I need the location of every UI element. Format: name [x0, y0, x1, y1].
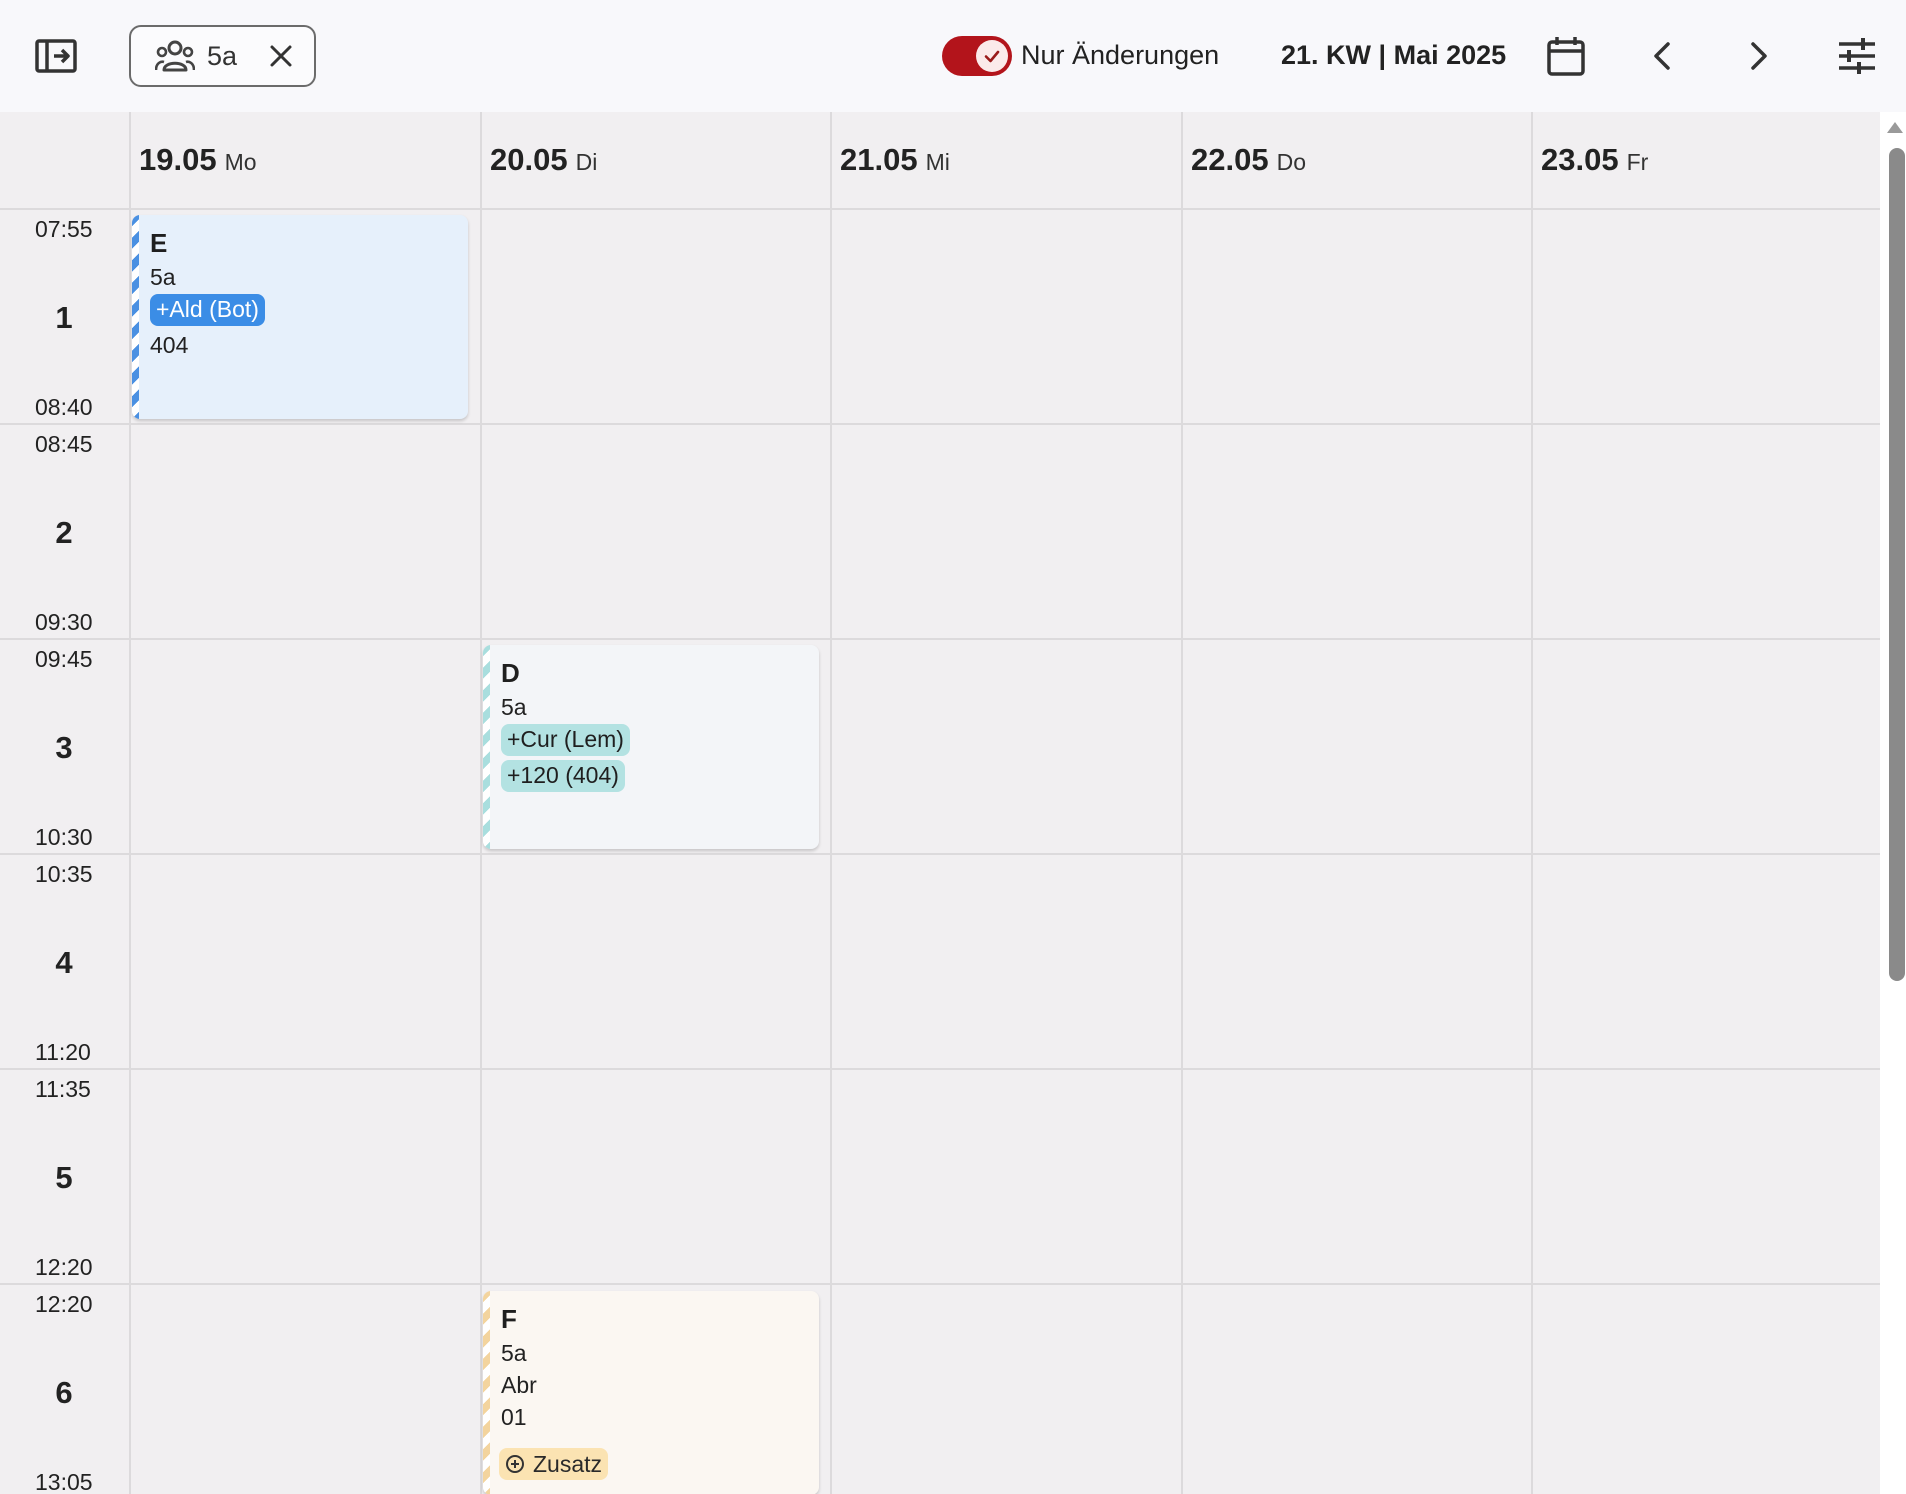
chevron-left-icon: [1654, 42, 1670, 70]
scroll-up-arrow-icon[interactable]: [1886, 120, 1904, 134]
period-start-time: 10:35: [35, 861, 93, 887]
only-changes-toggle[interactable]: [942, 36, 1012, 76]
chip-label: 5a: [207, 40, 238, 71]
period-end-time: 10:30: [35, 824, 93, 850]
lesson-teacher: Abr: [501, 1372, 537, 1398]
teacher-change-badge: +Cur (Lem): [501, 724, 630, 756]
panel-toggle-button[interactable]: [30, 32, 82, 80]
lesson-subject: D: [501, 658, 520, 688]
period-end-time: 09:30: [35, 609, 93, 635]
day-date: 19.05: [139, 142, 217, 177]
lesson-card-f[interactable]: F 5a Abr 01 Zusatz: [483, 1291, 819, 1494]
row-divider: [0, 1283, 1880, 1285]
extra-lesson-badge: Zusatz: [499, 1448, 609, 1480]
column-divider: [1181, 112, 1183, 1494]
class-filter-chip[interactable]: 5a: [129, 25, 316, 87]
room-change-badge: +120 (404): [501, 760, 625, 792]
column-divider: [1531, 112, 1533, 1494]
period-number: 4: [55, 945, 73, 980]
column-divider: [129, 112, 131, 1494]
lesson-room: 01: [501, 1404, 527, 1430]
lesson-class: 5a: [501, 1340, 527, 1366]
lesson-card-d[interactable]: D 5a +Cur (Lem) +120 (404): [483, 645, 819, 849]
period-number: 1: [55, 300, 73, 335]
day-date: 22.05: [1191, 142, 1269, 177]
teacher-change-badge: +Ald (Bot): [150, 294, 265, 326]
lesson-room: 404: [150, 332, 189, 358]
period-number: 3: [55, 730, 73, 765]
period-start-time: 11:35: [35, 1076, 91, 1102]
panel-toggle-icon: [35, 39, 77, 73]
day-header-fri: 23.05 Fr: [1541, 142, 1648, 178]
only-changes-label[interactable]: Nur Änderungen: [1021, 40, 1219, 71]
day-of-week: Fr: [1626, 149, 1649, 175]
day-header-wed: 21.05 Mi: [840, 142, 950, 178]
day-of-week: Mi: [925, 149, 950, 175]
lesson-card-e[interactable]: E 5a +Ald (Bot) 404: [132, 215, 468, 419]
row-divider: [0, 423, 1880, 425]
period-start-time: 08:45: [35, 431, 93, 457]
lesson-subject: E: [150, 228, 168, 258]
calendar-button[interactable]: [1542, 32, 1590, 80]
row-divider: [0, 1068, 1880, 1070]
lesson-class: 5a: [501, 694, 527, 720]
day-header-tue: 20.05 Di: [490, 142, 597, 178]
chevron-right-icon: [1751, 42, 1767, 70]
close-icon: [270, 45, 292, 67]
lesson-subject: F: [501, 1304, 517, 1334]
row-divider: [0, 853, 1880, 855]
day-date: 20.05: [490, 142, 568, 177]
group-icon: [155, 40, 195, 72]
toggle-knob: [976, 40, 1008, 72]
add-circle-icon: [506, 1455, 524, 1473]
day-header-thu: 22.05 Do: [1191, 142, 1306, 178]
extra-lesson-label: Zusatz: [533, 1451, 603, 1477]
period-end-time: 08:40: [35, 394, 93, 420]
lesson-class: 5a: [150, 264, 176, 290]
period-end-time: 13:05: [35, 1469, 93, 1494]
day-date: 23.05: [1541, 142, 1619, 177]
settings-button[interactable]: [1833, 34, 1881, 78]
period-number: 2: [55, 515, 73, 550]
row-divider: [0, 638, 1880, 640]
row-divider: [0, 208, 1880, 210]
period-end-time: 12:20: [35, 1254, 93, 1280]
period-start-time: 12:20: [35, 1291, 93, 1317]
timetable-grid: 19.05 Mo 20.05 Di 21.05 Mi 22.05 Do 23.05 Fr …: [0, 112, 1880, 1494]
toolbar: 5a Nur Änderungen 21. KW | Mai 2025: [0, 0, 1906, 112]
calendar-icon: [1547, 37, 1585, 76]
day-of-week: Di: [575, 149, 598, 175]
day-date: 21.05: [840, 142, 918, 177]
period-start-time: 07:55: [35, 216, 93, 242]
column-divider: [830, 112, 832, 1494]
scrollbar-thumb[interactable]: [1889, 148, 1905, 981]
day-header-mon: 19.05 Mo: [139, 142, 257, 178]
column-divider: [480, 112, 482, 1494]
week-label: 21. KW | Mai 2025: [1281, 40, 1507, 70]
next-week-button[interactable]: [1737, 34, 1781, 78]
day-of-week: Do: [1276, 149, 1306, 175]
previous-week-button[interactable]: [1640, 34, 1684, 78]
period-number: 6: [55, 1375, 73, 1410]
check-icon: [984, 50, 1000, 63]
tune-icon: [1839, 38, 1875, 74]
day-of-week: Mo: [224, 149, 257, 175]
period-start-time: 09:45: [35, 646, 93, 672]
period-end-time: 11:20: [35, 1039, 91, 1065]
period-number: 5: [55, 1160, 73, 1195]
chip-remove-button[interactable]: [266, 41, 296, 71]
